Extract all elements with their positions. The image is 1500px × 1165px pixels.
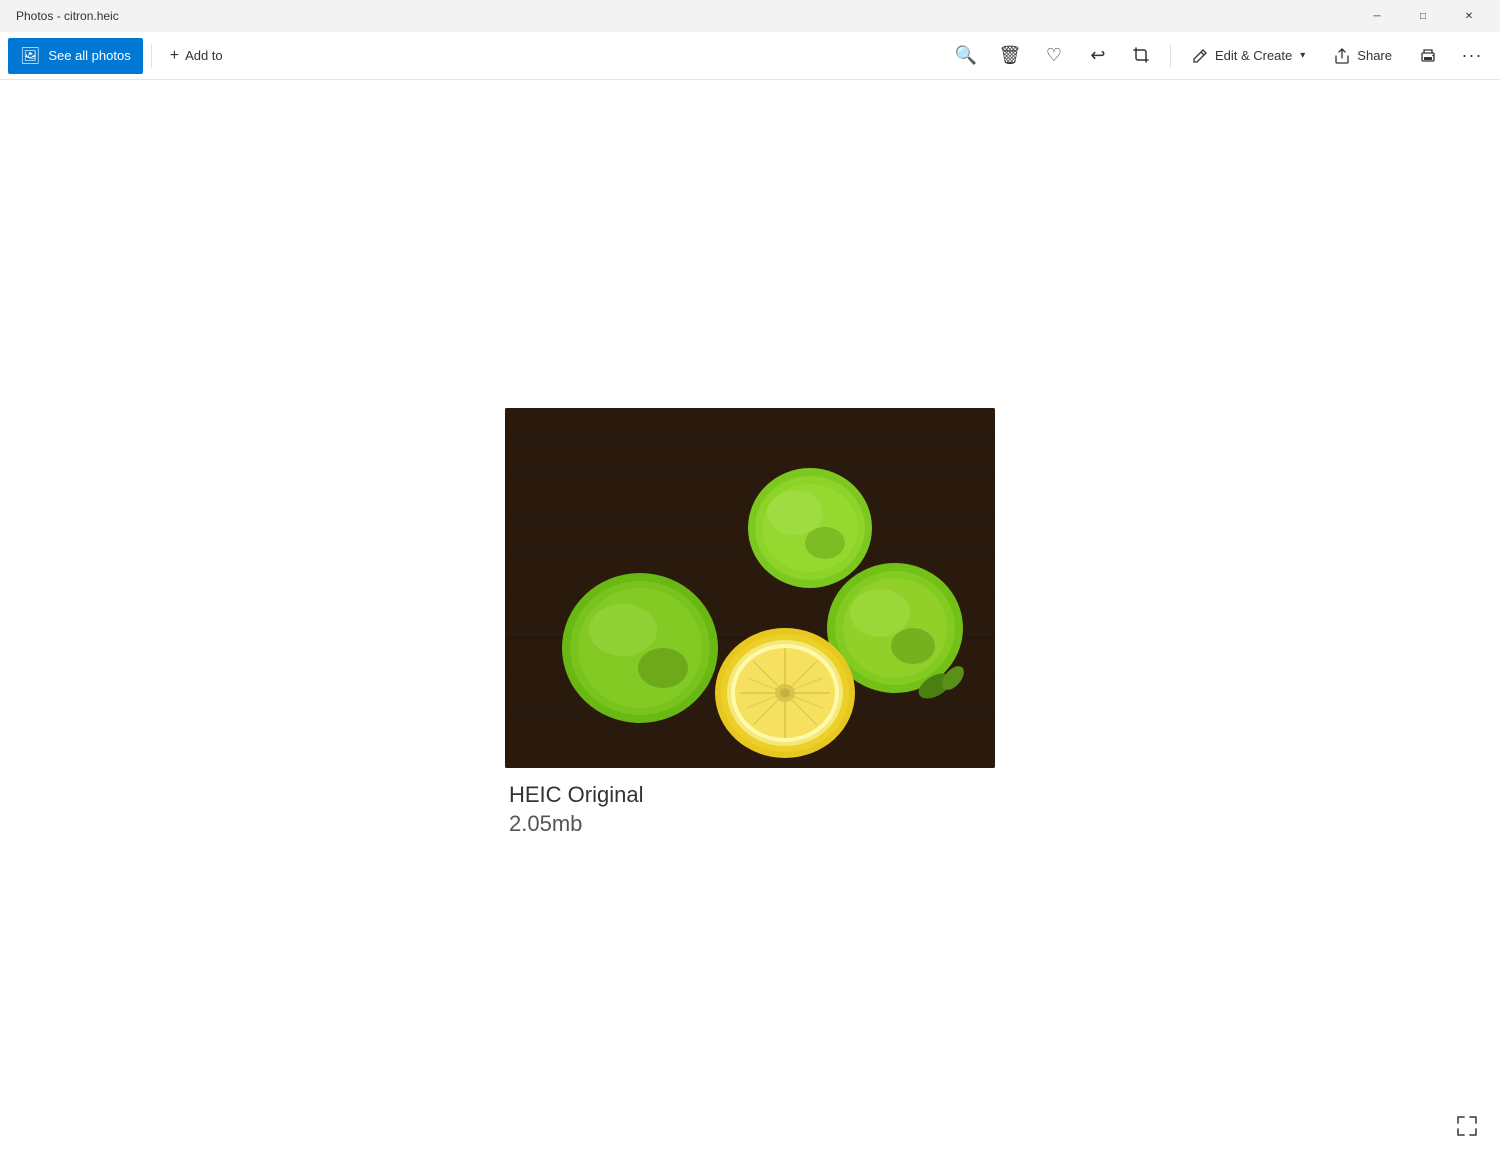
rotate-button[interactable]: ↩ xyxy=(1078,38,1118,74)
photos-icon: 🖼 xyxy=(20,46,40,66)
edit-create-button[interactable]: Edit & Create ▾ xyxy=(1179,38,1317,74)
zoom-button[interactable]: 🔍 xyxy=(946,38,986,74)
favorite-button[interactable]: ♡ xyxy=(1034,38,1074,74)
edit-create-label: Edit & Create xyxy=(1215,48,1292,63)
photo-size: 2.05mb xyxy=(509,811,643,837)
print-icon xyxy=(1418,46,1438,66)
maximize-icon: □ xyxy=(1420,11,1426,22)
share-button[interactable]: Share xyxy=(1321,38,1404,74)
crop-icon xyxy=(1132,46,1152,66)
toolbar-divider-2 xyxy=(1170,44,1171,68)
close-button[interactable]: ✕ xyxy=(1446,0,1492,32)
photo-image xyxy=(505,408,995,768)
chevron-down-icon: ▾ xyxy=(1300,50,1305,61)
close-icon: ✕ xyxy=(1465,11,1473,22)
minimize-icon: ─ xyxy=(1373,11,1380,22)
edit-icon xyxy=(1191,47,1209,65)
heart-icon: ♡ xyxy=(1046,45,1062,66)
print-button[interactable] xyxy=(1408,38,1448,74)
plus-icon: + xyxy=(170,47,179,65)
add-to-label: Add to xyxy=(185,48,223,63)
more-button[interactable]: ··· xyxy=(1452,38,1492,74)
photo-container: HEIC Original 2.05mb xyxy=(505,408,995,837)
add-to-button[interactable]: + Add to xyxy=(160,38,233,74)
minimize-button[interactable]: ─ xyxy=(1354,0,1400,32)
toolbar-divider-1 xyxy=(151,44,152,68)
toolbar: 🖼 See all photos + Add to 🔍 🗑 ♡ ↩ E xyxy=(0,32,1500,80)
photo-frame xyxy=(505,408,995,768)
fullscreen-button[interactable] xyxy=(1450,1109,1484,1149)
photo-info: HEIC Original 2.05mb xyxy=(505,780,643,837)
crop-button[interactable] xyxy=(1122,38,1162,74)
maximize-button[interactable]: □ xyxy=(1400,0,1446,32)
share-label: Share xyxy=(1357,48,1392,63)
main-content: HEIC Original 2.05mb xyxy=(0,80,1500,1165)
see-all-photos-button[interactable]: 🖼 See all photos xyxy=(8,38,143,74)
window-title: Photos - citron.heic xyxy=(8,9,119,23)
more-icon: ··· xyxy=(1462,45,1483,66)
zoom-icon: 🔍 xyxy=(955,45,977,66)
fullscreen-icon xyxy=(1456,1115,1478,1137)
window-controls: ─ □ ✕ xyxy=(1354,0,1492,32)
share-icon xyxy=(1333,47,1351,65)
rotate-icon: ↩ xyxy=(1090,45,1105,66)
title-bar: Photos - citron.heic ─ □ ✕ xyxy=(0,0,1500,32)
delete-icon: 🗑 xyxy=(999,45,1022,66)
see-all-photos-label: See all photos xyxy=(48,48,130,63)
photo-title: HEIC Original xyxy=(509,780,643,811)
delete-button[interactable]: 🗑 xyxy=(990,38,1030,74)
